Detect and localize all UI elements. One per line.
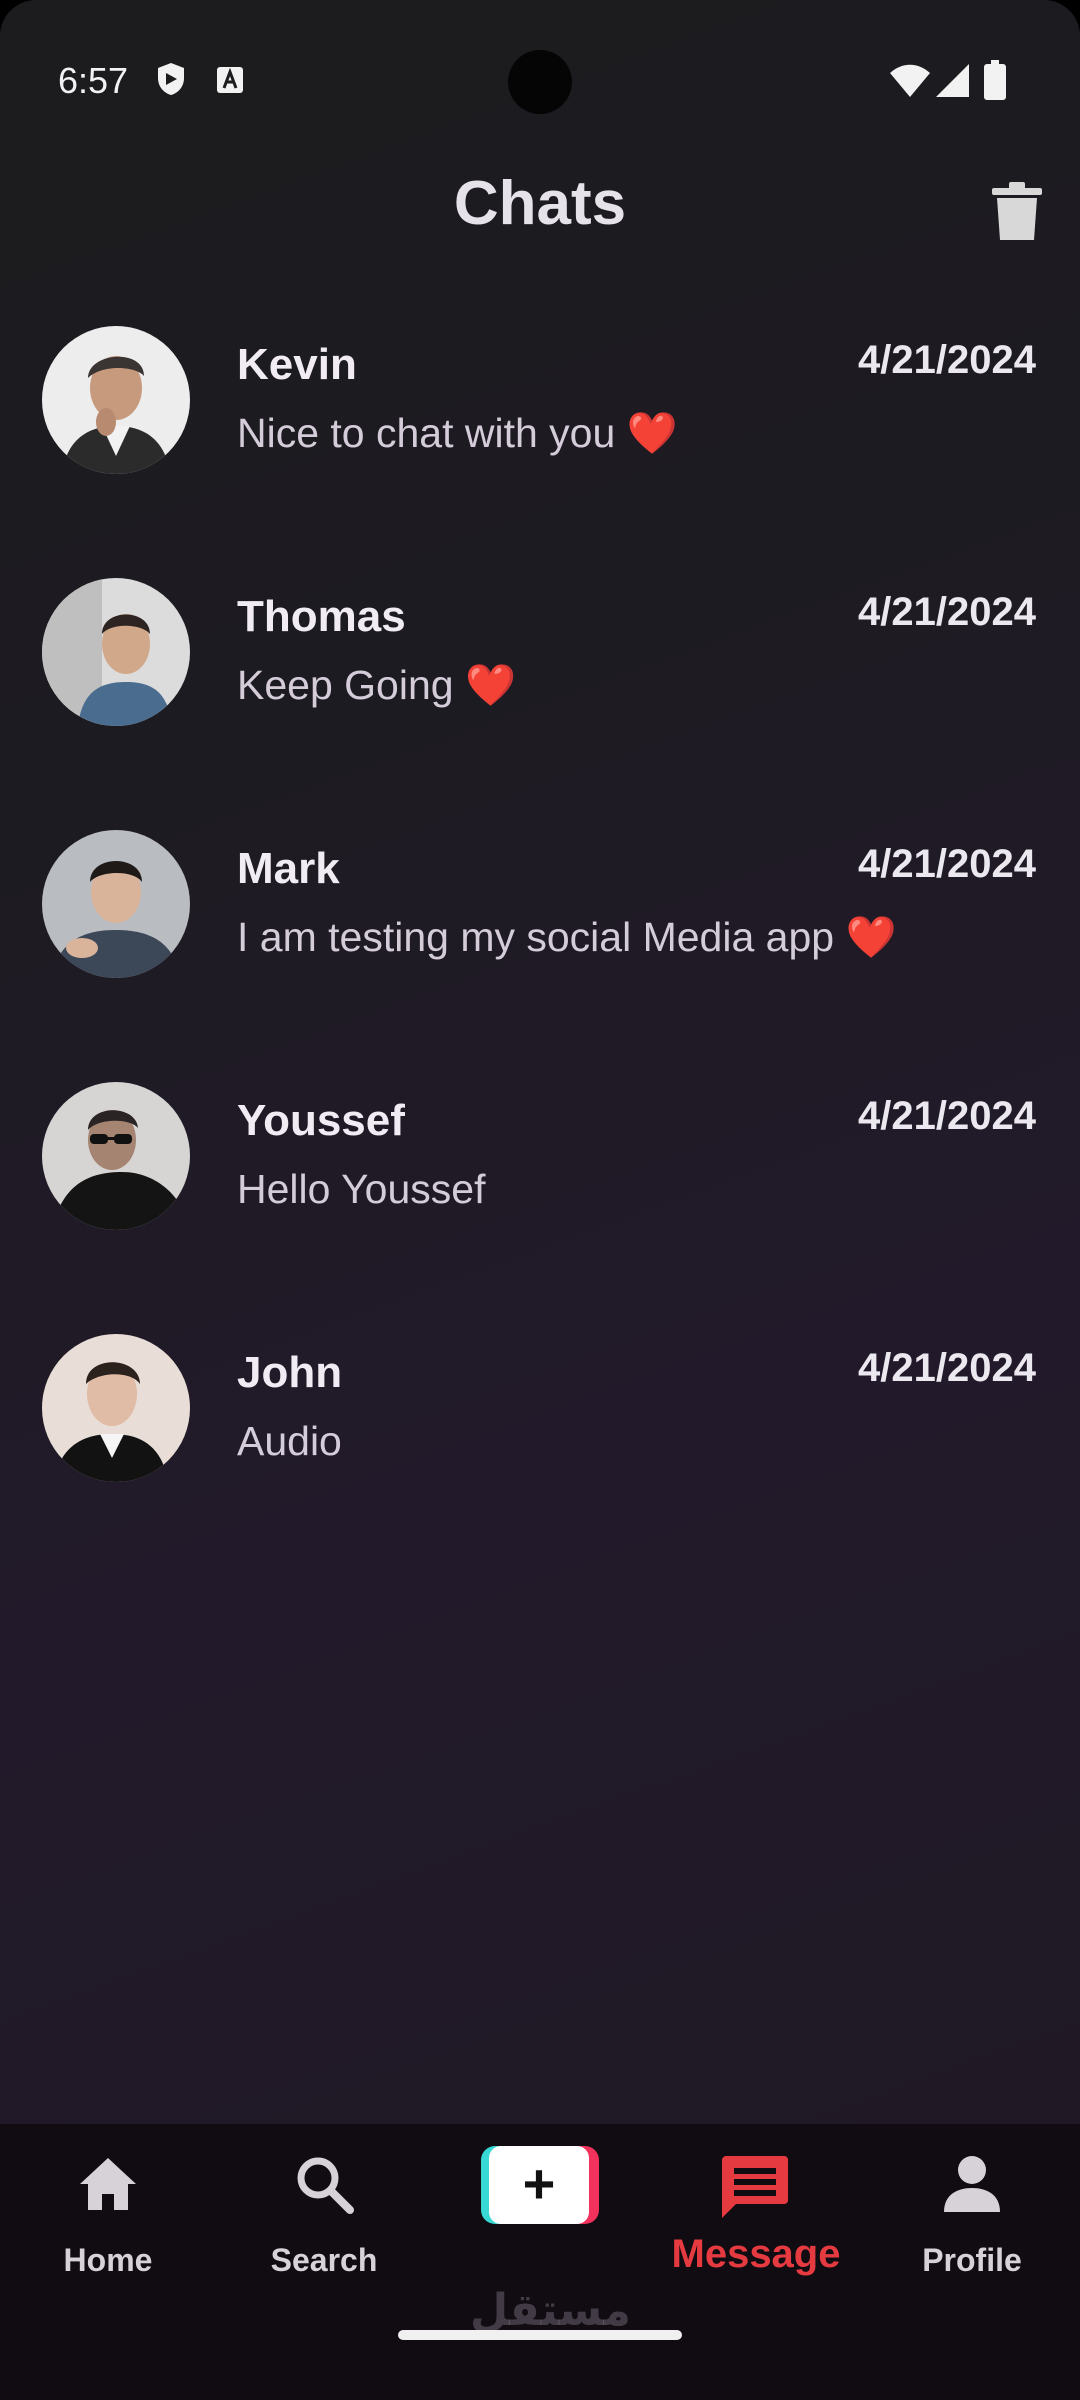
- home-icon: [80, 2158, 136, 2210]
- text-icon: [217, 67, 243, 93]
- heart-emoji: ❤️: [845, 914, 897, 960]
- chat-last-message: Hello Youssef: [237, 1166, 486, 1212]
- nav-label-message: Message: [671, 2232, 841, 2276]
- chat-last-message: Nice to chat with you ❤️: [237, 410, 678, 456]
- home-indicator[interactable]: [398, 2330, 682, 2340]
- chat-item-kevin[interactable]: Kevin 4/21/2024 Nice to chat with you ❤️: [0, 326, 1080, 556]
- avatar: [42, 326, 190, 474]
- avatar: [42, 1334, 190, 1482]
- nav-message[interactable]: Message: [648, 2124, 864, 2324]
- nav-label-home: Home: [63, 2242, 153, 2278]
- status-time: 6:57: [58, 60, 129, 101]
- battery-icon: [984, 60, 1006, 100]
- chat-name: Mark: [237, 844, 340, 893]
- heart-emoji: ❤️: [464, 662, 517, 708]
- chat-item-youssef[interactable]: Youssef 4/21/2024 Hello Youssef: [0, 1082, 1080, 1312]
- status-bar: 6:57: [0, 0, 1080, 130]
- chat-name: Thomas: [237, 592, 406, 641]
- chat-date: 4/21/2024: [858, 842, 1036, 886]
- bottom-nav: Home Search + Message Profile: [0, 2124, 1080, 2400]
- front-camera: [508, 50, 572, 114]
- wifi-icon: [890, 64, 930, 97]
- trash-icon[interactable]: [990, 182, 1044, 242]
- search-icon: [297, 2157, 354, 2214]
- plus-icon: +: [489, 2146, 589, 2224]
- nav-label-search: Search: [270, 2242, 378, 2278]
- chat-last-message: I am testing my social Media app ❤️: [237, 914, 897, 960]
- chat-date: 4/21/2024: [858, 338, 1036, 382]
- nav-search[interactable]: Search: [216, 2124, 432, 2324]
- page-title: Chats: [453, 169, 627, 238]
- watermark-logo: مستقل: [470, 2286, 631, 2335]
- chat-last-message: Audio: [237, 1418, 342, 1464]
- message-icon: [722, 2156, 788, 2218]
- profile-icon: [944, 2156, 1000, 2212]
- chat-name: John: [237, 1348, 343, 1397]
- chat-date: 4/21/2024: [858, 590, 1036, 634]
- chat-date: 4/21/2024: [858, 1094, 1036, 1138]
- chat-item-thomas[interactable]: Thomas 4/21/2024 Keep Going ❤️: [0, 578, 1080, 808]
- nav-label-profile: Profile: [922, 2242, 1022, 2278]
- signal-icon: [936, 64, 969, 97]
- add-post-button[interactable]: +: [481, 2146, 599, 2224]
- heart-emoji: ❤️: [626, 410, 678, 456]
- avatar: [42, 830, 190, 978]
- avatar: [42, 578, 190, 726]
- chats-screen: 6:57 Chats Kevin 4/21/2024 Nice to chat …: [0, 0, 1080, 2400]
- nav-profile[interactable]: Profile: [864, 2124, 1080, 2324]
- chat-item-john[interactable]: John 4/21/2024 Audio: [0, 1334, 1080, 1564]
- chat-name: Kevin: [237, 340, 357, 389]
- chat-date: 4/21/2024: [858, 1346, 1036, 1390]
- shield-icon: [158, 63, 184, 95]
- chat-item-mark[interactable]: Mark 4/21/2024 I am testing my social Me…: [0, 830, 1080, 1060]
- nav-home[interactable]: Home: [0, 2124, 216, 2324]
- chat-last-message: Keep Going ❤️: [237, 662, 517, 708]
- chat-name: Youssef: [237, 1096, 405, 1145]
- avatar: [42, 1082, 190, 1230]
